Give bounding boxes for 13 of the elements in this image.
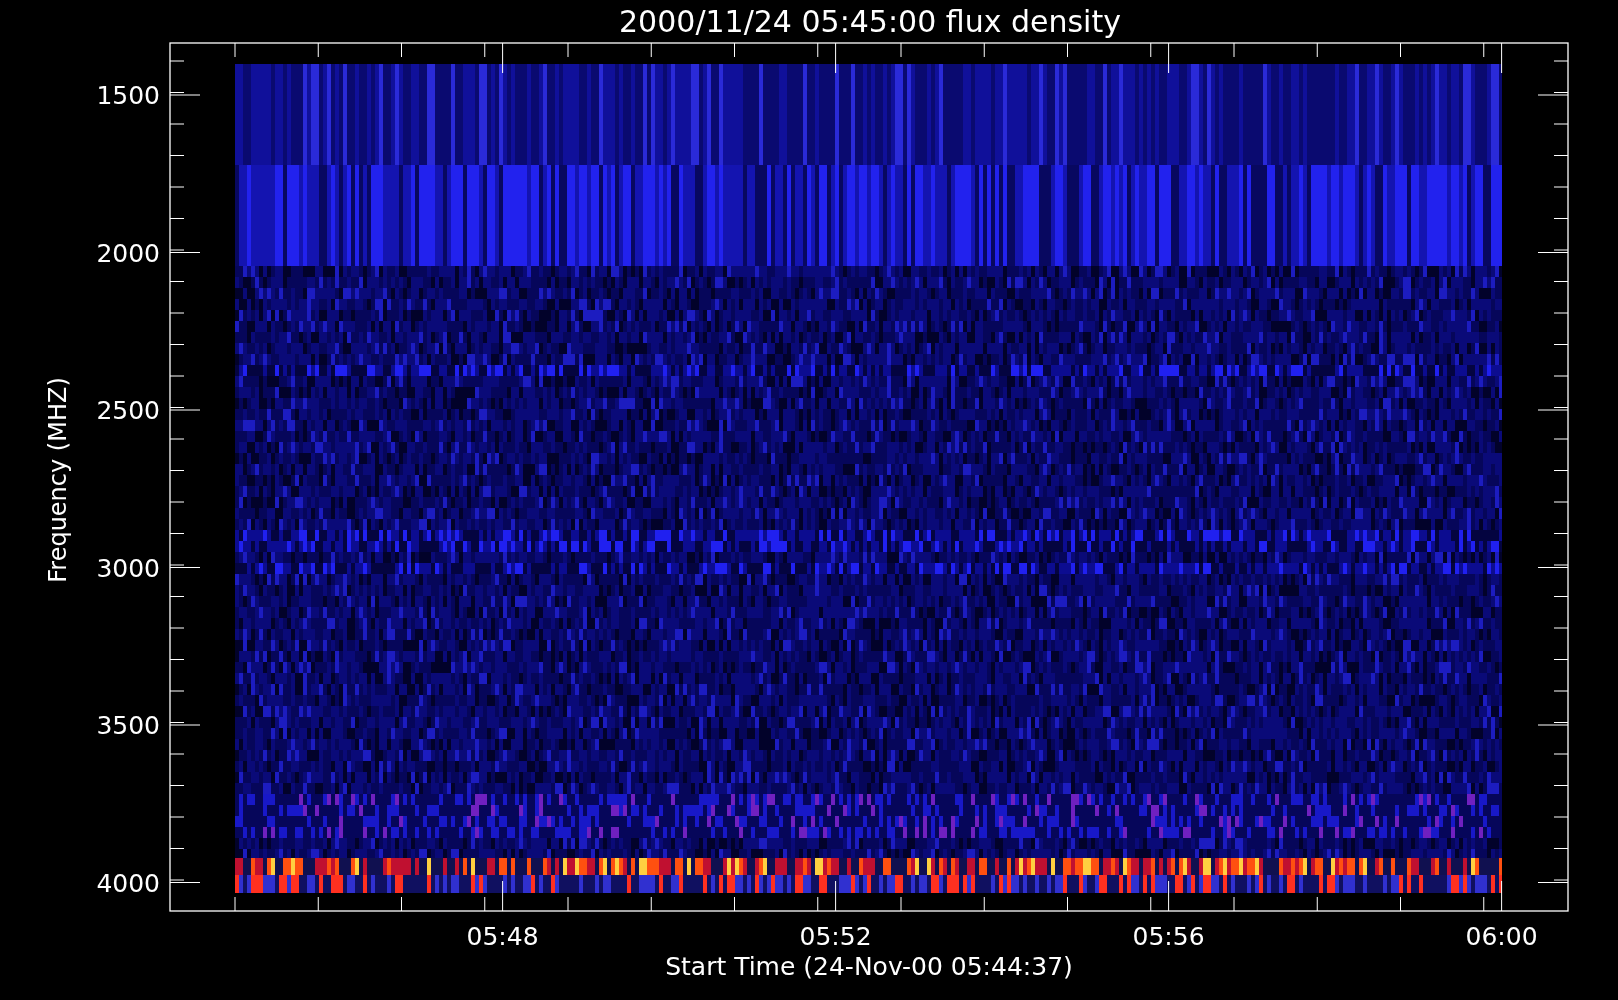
y-tick-label: 2500 xyxy=(96,396,160,425)
x-tick-label: 05:52 xyxy=(799,922,872,951)
y-tick-label: 2000 xyxy=(96,238,160,268)
y-tick-label: 4000 xyxy=(96,868,160,898)
x-tick-label: 05:56 xyxy=(1132,922,1205,951)
plot-title: 2000/11/24 05:45:00 flux density xyxy=(619,4,1121,39)
y-axis-label: Frequency (MHZ) xyxy=(44,377,72,583)
x-tick-label: 06:00 xyxy=(1465,922,1538,951)
y-tick-label: 3500 xyxy=(96,711,160,740)
x-axis-label: Start Time (24-Nov-00 05:44:37) xyxy=(665,952,1073,981)
y-tick-label: 1500 xyxy=(96,81,160,110)
y-tick-label: 3000 xyxy=(96,553,160,583)
x-tick-label: 05:48 xyxy=(466,922,539,951)
